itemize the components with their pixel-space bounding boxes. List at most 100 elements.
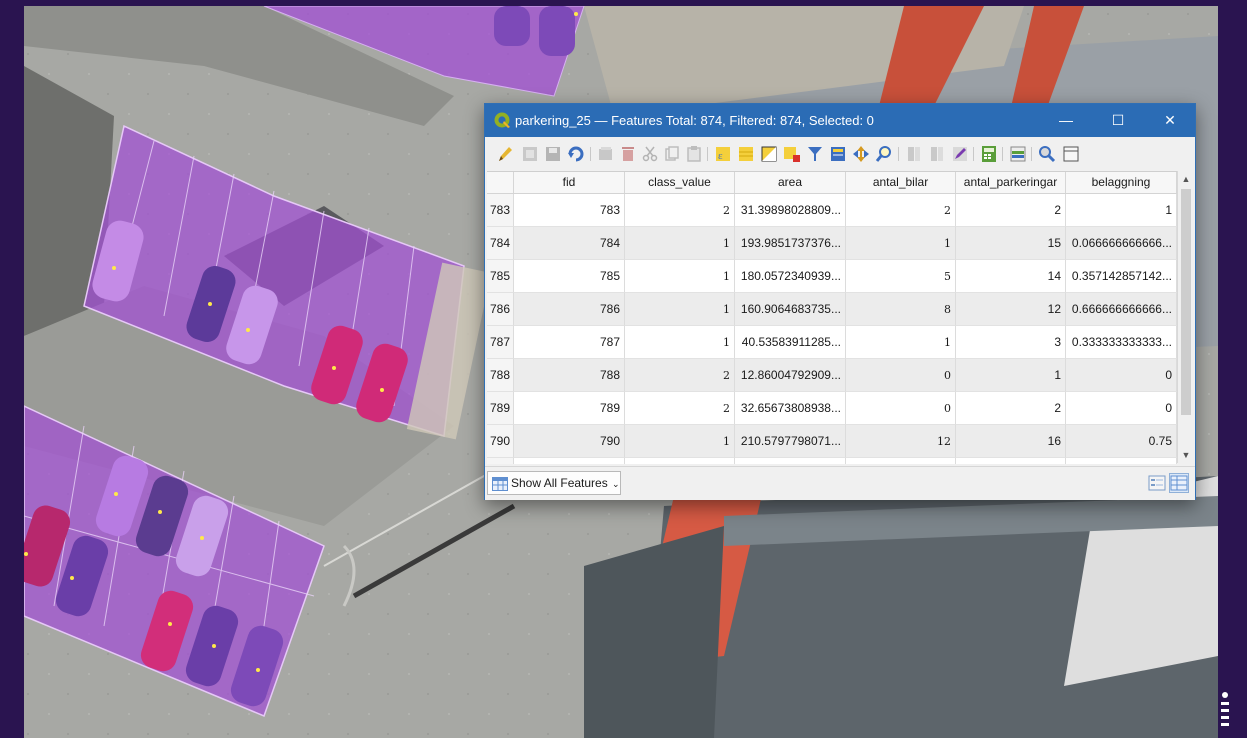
table-row[interactable]: 783 783 2 31.39898028809... 2 2 1 — [487, 194, 1177, 227]
table-row[interactable]: 790 790 1 210.5797798071... 12 16 0.75 — [487, 425, 1177, 458]
invert-selection-icon[interactable] — [759, 144, 779, 164]
save-edits-icon[interactable] — [543, 144, 563, 164]
row-header[interactable]: 783 — [487, 194, 514, 227]
cell-antal-bilar[interactable]: 1 — [846, 227, 956, 260]
column-header-antal-bilar[interactable]: antal_bilar — [846, 172, 956, 193]
cell-class-value[interactable]: 1 — [625, 293, 735, 326]
cell-belaggning[interactable]: 0 — [1066, 392, 1177, 425]
new-field-icon[interactable] — [904, 144, 924, 164]
close-button[interactable]: ✕ — [1155, 109, 1185, 131]
edit-field-icon[interactable] — [950, 144, 970, 164]
cell-area[interactable] — [735, 458, 846, 464]
scroll-up-icon[interactable]: ▲ — [1178, 171, 1194, 187]
cell-belaggning[interactable]: 0.357142857142... — [1066, 260, 1177, 293]
cell-fid[interactable]: 787 — [514, 326, 625, 359]
table-row-partial[interactable] — [487, 458, 1177, 464]
column-header-antal-parkeringar[interactable]: antal_parkeringar — [956, 172, 1066, 193]
cell-belaggning[interactable]: 0.333333333333... — [1066, 326, 1177, 359]
row-header[interactable]: 786 — [487, 293, 514, 326]
cell-class-value[interactable]: 2 — [625, 194, 735, 227]
cell-antal-bilar[interactable] — [846, 458, 956, 464]
column-header-fid[interactable]: fid — [514, 172, 625, 193]
row-header[interactable]: 790 — [487, 425, 514, 458]
cell-antal-parkeringar[interactable]: 3 — [956, 326, 1066, 359]
dock-icon[interactable] — [1061, 144, 1081, 164]
table-row[interactable]: 787 787 1 40.53583911285... 1 3 0.333333333333… — [487, 326, 1177, 359]
column-header-area[interactable]: area — [735, 172, 846, 193]
cell-antal-bilar[interactable]: 0 — [846, 392, 956, 425]
scroll-thumb[interactable] — [1181, 189, 1191, 415]
cell-antal-parkeringar[interactable]: 1 — [956, 359, 1066, 392]
copy-icon[interactable] — [662, 144, 682, 164]
attribute-table-window[interactable]: parkering_25 — Features Total: 874, Filt… — [484, 103, 1196, 500]
cell-antal-parkeringar[interactable]: 12 — [956, 293, 1066, 326]
cell-antal-parkeringar[interactable]: 2 — [956, 392, 1066, 425]
add-feature-icon[interactable] — [596, 144, 616, 164]
cell-class-value[interactable]: 2 — [625, 392, 735, 425]
reload-icon[interactable] — [566, 144, 586, 164]
cell-class-value[interactable]: 1 — [625, 260, 735, 293]
row-header[interactable] — [487, 458, 514, 464]
filter-icon[interactable] — [805, 144, 825, 164]
cell-class-value[interactable]: 2 — [625, 359, 735, 392]
show-all-features-button[interactable]: Show All Features ⌄ — [487, 471, 621, 495]
cell-area[interactable]: 180.0572340939... — [735, 260, 846, 293]
cell-area[interactable]: 32.65673808938... — [735, 392, 846, 425]
cell-belaggning[interactable]: 0.066666666666... — [1066, 227, 1177, 260]
cell-belaggning[interactable] — [1066, 458, 1177, 464]
table-row[interactable]: 789 789 2 32.65673808938... 0 2 0 — [487, 392, 1177, 425]
title-bar[interactable]: parkering_25 — Features Total: 874, Filt… — [485, 104, 1195, 137]
row-header[interactable]: 787 — [487, 326, 514, 359]
table-row[interactable]: 786 786 1 160.9064683735... 8 12 0.66666666666… — [487, 293, 1177, 326]
delete-feature-icon[interactable] — [618, 144, 638, 164]
minimize-button[interactable]: — — [1051, 109, 1081, 131]
cell-fid[interactable]: 783 — [514, 194, 625, 227]
row-header[interactable]: 784 — [487, 227, 514, 260]
cell-class-value[interactable]: 1 — [625, 227, 735, 260]
cell-antal-bilar[interactable]: 5 — [846, 260, 956, 293]
cell-antal-bilar[interactable]: 0 — [846, 359, 956, 392]
delete-field-icon[interactable] — [927, 144, 947, 164]
table-row[interactable]: 788 788 2 12.86004792909... 0 1 0 — [487, 359, 1177, 392]
row-header[interactable]: 785 — [487, 260, 514, 293]
conditional-formatting-icon[interactable] — [1008, 144, 1028, 164]
cell-belaggning[interactable]: 0.75 — [1066, 425, 1177, 458]
table-row[interactable]: 785 785 1 180.0572340939... 5 14 0.35714285714… — [487, 260, 1177, 293]
attribute-table[interactable]: fid class_value area antal_bilar antal_p… — [487, 171, 1177, 464]
cell-antal-parkeringar[interactable]: 2 — [956, 194, 1066, 227]
cell-antal-parkeringar[interactable]: 15 — [956, 227, 1066, 260]
toggle-multi-edit-icon[interactable] — [520, 144, 540, 164]
cell-area[interactable]: 193.9851737376... — [735, 227, 846, 260]
table-view-icon[interactable] — [1169, 473, 1189, 493]
paste-icon[interactable] — [684, 144, 704, 164]
column-header-belaggning[interactable]: belaggning — [1066, 172, 1177, 193]
move-selection-top-icon[interactable] — [828, 144, 848, 164]
cell-antal-parkeringar[interactable]: 16 — [956, 425, 1066, 458]
select-by-expression-icon[interactable]: ε — [713, 144, 733, 164]
cell-fid[interactable]: 790 — [514, 425, 625, 458]
table-row[interactable]: 784 784 1 193.9851737376... 1 15 0.06666666666… — [487, 227, 1177, 260]
cell-belaggning[interactable]: 0 — [1066, 359, 1177, 392]
cell-antal-bilar[interactable]: 8 — [846, 293, 956, 326]
cell-antal-bilar[interactable]: 12 — [846, 425, 956, 458]
field-calculator-icon[interactable] — [979, 144, 999, 164]
form-view-icon[interactable] — [1147, 473, 1167, 493]
cell-antal-parkeringar[interactable]: 14 — [956, 260, 1066, 293]
deselect-icon[interactable] — [782, 144, 802, 164]
cell-area[interactable]: 210.5797798071... — [735, 425, 846, 458]
cell-class-value[interactable] — [625, 458, 735, 464]
select-all-icon[interactable] — [736, 144, 756, 164]
cell-area[interactable]: 40.53583911285... — [735, 326, 846, 359]
row-header[interactable]: 789 — [487, 392, 514, 425]
cell-antal-bilar[interactable]: 1 — [846, 326, 956, 359]
cell-class-value[interactable]: 1 — [625, 326, 735, 359]
cell-fid[interactable] — [514, 458, 625, 464]
pencil-icon[interactable] — [495, 144, 515, 164]
cell-antal-parkeringar[interactable] — [956, 458, 1066, 464]
cell-fid[interactable]: 786 — [514, 293, 625, 326]
scroll-down-icon[interactable]: ▼ — [1178, 447, 1194, 463]
row-header[interactable]: 788 — [487, 359, 514, 392]
cut-icon[interactable] — [640, 144, 660, 164]
vertical-scrollbar[interactable]: ▲ ▼ — [1177, 171, 1194, 463]
actions-icon[interactable] — [1037, 144, 1057, 164]
